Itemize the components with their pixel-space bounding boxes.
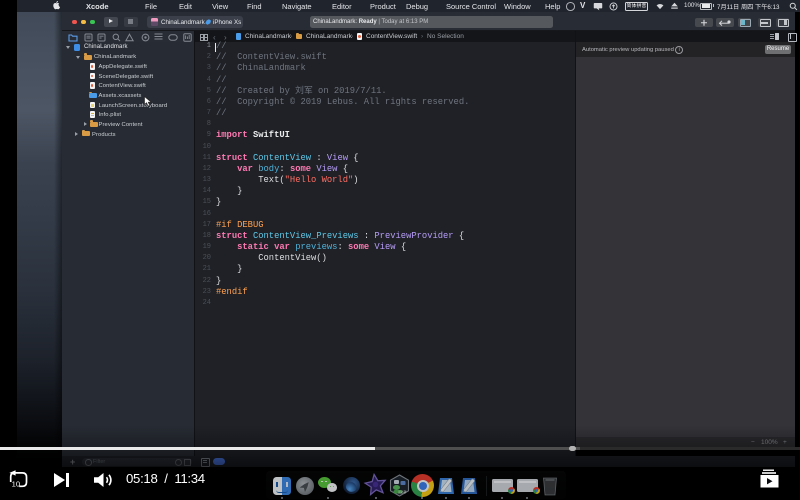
svg-text:10: 10	[12, 480, 20, 489]
